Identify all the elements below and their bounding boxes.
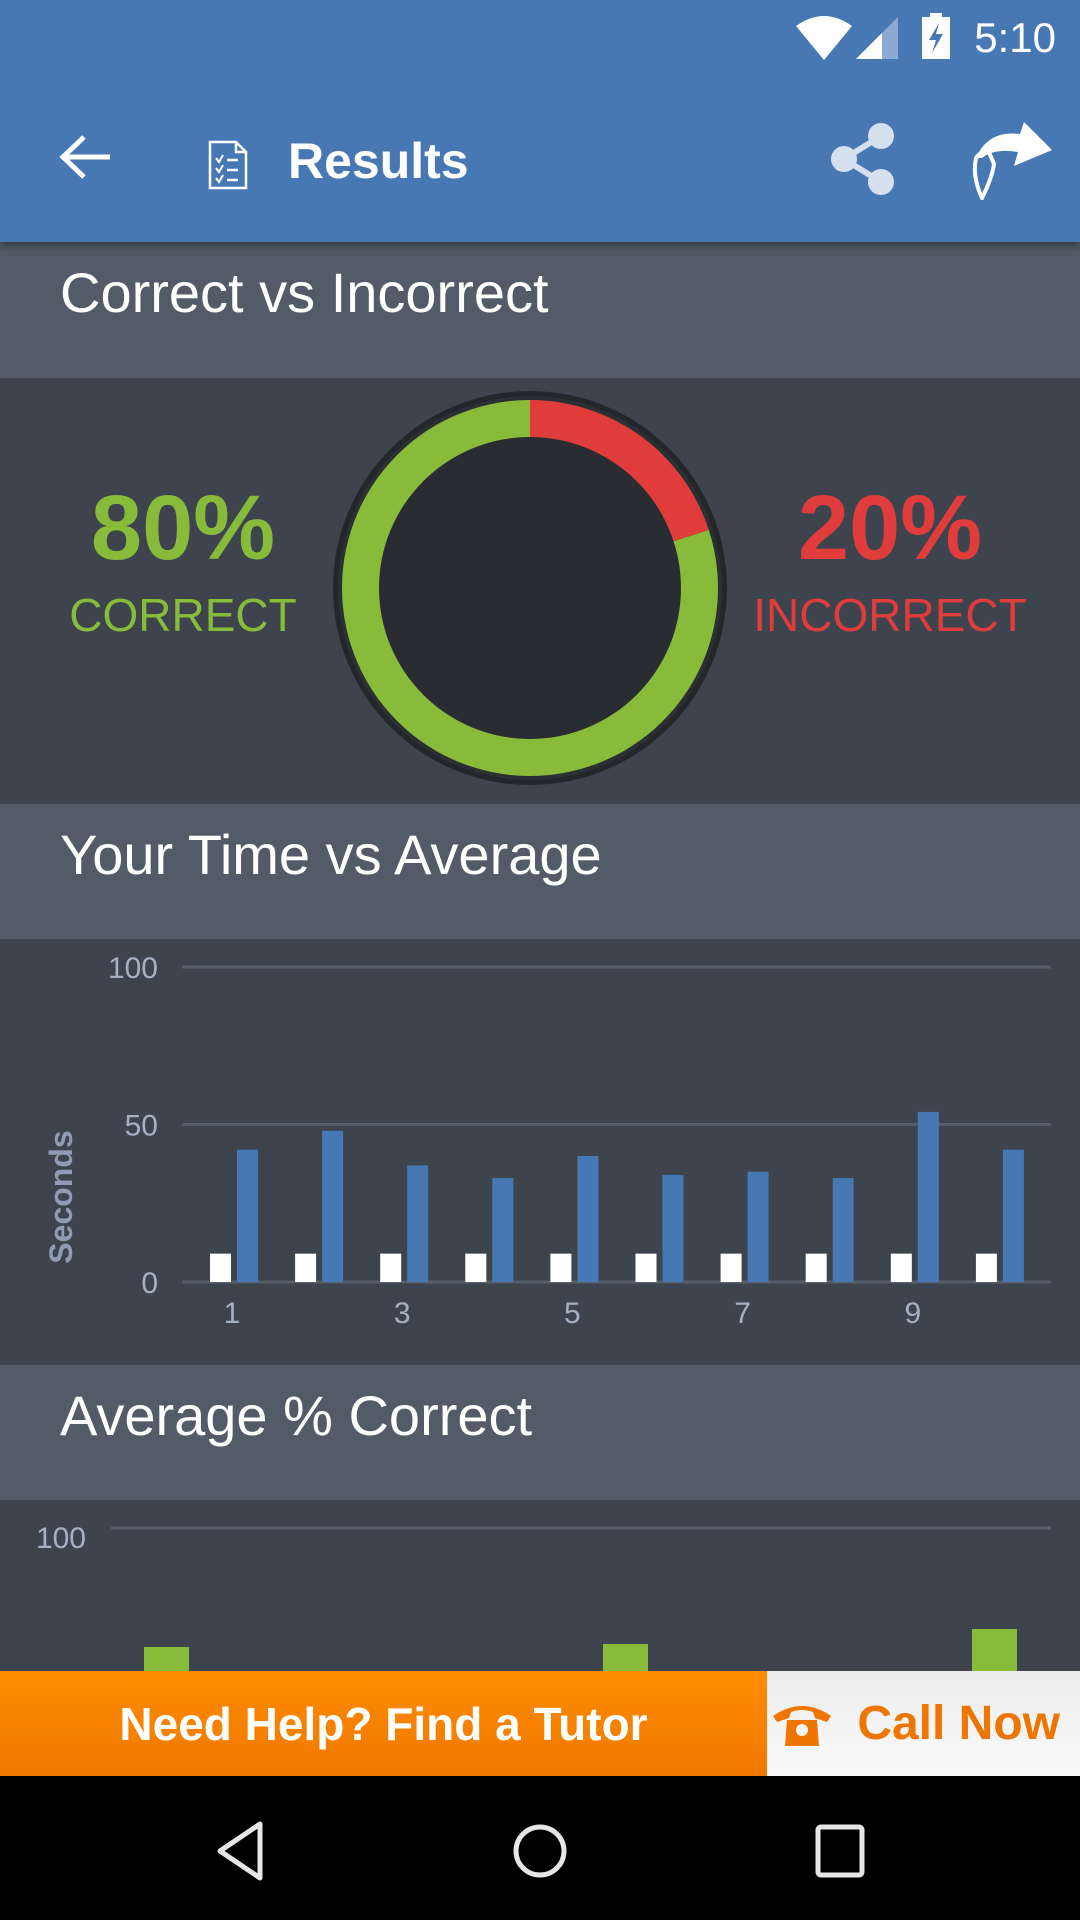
your-time-bar bbox=[380, 1253, 402, 1282]
checklist-document-icon bbox=[208, 140, 248, 190]
average-correct-panel: 100 bbox=[0, 1500, 1080, 1671]
correct-vs-incorrect-panel: 80% CORRECT 20% INCORRECT bbox=[0, 378, 1080, 804]
average-time-bar bbox=[492, 1178, 514, 1282]
incorrect-label: INCORRECT bbox=[753, 589, 1027, 641]
your-time-bar bbox=[465, 1253, 487, 1282]
average-time-bar bbox=[747, 1171, 769, 1282]
incorrect-stat: 20% INCORRECT bbox=[750, 482, 1030, 638]
nav-recents-icon[interactable] bbox=[805, 1816, 875, 1886]
status-bar: 5:10 bbox=[0, 0, 1080, 78]
x-tick-label: 9 bbox=[904, 1297, 921, 1330]
average-time-bar bbox=[917, 1111, 939, 1282]
avg-correct-bar bbox=[144, 1647, 189, 1671]
your-time-bar bbox=[635, 1253, 657, 1282]
call-now-label: Call Now bbox=[857, 1697, 1060, 1750]
average-time-bar bbox=[322, 1130, 344, 1282]
arrow-back-icon[interactable] bbox=[58, 134, 112, 180]
time-vs-average-chart: Seconds 0 50 100 1 3 5 7 9 bbox=[43, 952, 1051, 1330]
your-time-bar bbox=[295, 1253, 317, 1282]
tutor-banner: Need Help? Find a Tutor Call Now bbox=[0, 1671, 1080, 1776]
nav-back-icon[interactable] bbox=[206, 1816, 276, 1886]
find-tutor-label: Need Help? Find a Tutor bbox=[119, 1697, 648, 1750]
section-title: Your Time vs Average bbox=[60, 823, 602, 886]
average-time-bar bbox=[237, 1149, 258, 1282]
correct-stat: 80% CORRECT bbox=[60, 482, 306, 638]
correct-percentage: 80% bbox=[90, 477, 276, 579]
donut-chart bbox=[333, 391, 727, 785]
battery-charging-icon bbox=[922, 13, 950, 59]
x-tick-label: 5 bbox=[564, 1297, 581, 1330]
section-header-correct-vs-incorrect: Correct vs Incorrect bbox=[0, 242, 1080, 378]
average-time-bar bbox=[407, 1165, 429, 1282]
telephone-icon bbox=[773, 1705, 832, 1746]
correct-label: CORRECT bbox=[69, 589, 297, 641]
average-time-bar bbox=[832, 1178, 854, 1282]
cellular-signal-icon bbox=[856, 17, 898, 59]
y-tick-label: 100 bbox=[108, 952, 158, 985]
page-flip-forward-icon[interactable] bbox=[966, 120, 1054, 200]
y-tick-label: 50 bbox=[125, 1110, 158, 1143]
time-vs-average-panel: Seconds 0 50 100 1 3 5 7 9 bbox=[0, 939, 1080, 1365]
your-time-bar bbox=[805, 1253, 827, 1282]
page-title: Results bbox=[288, 133, 469, 189]
average-time-bar bbox=[1002, 1149, 1024, 1282]
section-title: Correct vs Incorrect bbox=[60, 261, 549, 324]
nav-home-icon[interactable] bbox=[505, 1816, 575, 1886]
y-tick-label: 100 bbox=[36, 1522, 86, 1555]
status-time: 5:10 bbox=[974, 14, 1056, 61]
average-time-bar bbox=[662, 1174, 684, 1282]
incorrect-percentage: 20% bbox=[797, 477, 983, 579]
app-bar: 5:10 Results bbox=[0, 0, 1080, 242]
your-time-bar bbox=[210, 1253, 231, 1282]
wifi-icon bbox=[796, 16, 852, 60]
average-time-bar bbox=[577, 1156, 599, 1282]
x-tick-label: 7 bbox=[734, 1297, 751, 1330]
average-correct-chart: 100 bbox=[36, 1522, 1051, 1671]
x-tick-label: 3 bbox=[394, 1297, 411, 1330]
avg-correct-bar bbox=[972, 1629, 1017, 1671]
your-time-bar bbox=[975, 1253, 997, 1282]
call-now-button[interactable]: Call Now bbox=[767, 1671, 1080, 1776]
your-time-bar bbox=[890, 1253, 912, 1282]
system-nav-bar bbox=[0, 1776, 1080, 1920]
section-title: Average % Correct bbox=[60, 1384, 533, 1447]
x-tick-label: 1 bbox=[224, 1297, 241, 1330]
share-icon[interactable] bbox=[828, 122, 898, 196]
avg-correct-bar bbox=[603, 1644, 648, 1671]
your-time-bar bbox=[720, 1253, 742, 1282]
y-tick-label: 0 bbox=[141, 1267, 158, 1300]
your-time-bar bbox=[550, 1253, 572, 1282]
section-header-time-vs-average: Your Time vs Average bbox=[0, 804, 1080, 940]
y-axis-label: Seconds bbox=[43, 1130, 79, 1263]
section-header-average-correct: Average % Correct bbox=[0, 1365, 1080, 1501]
donut-center bbox=[379, 437, 681, 739]
find-tutor-button[interactable]: Need Help? Find a Tutor bbox=[0, 1671, 767, 1776]
